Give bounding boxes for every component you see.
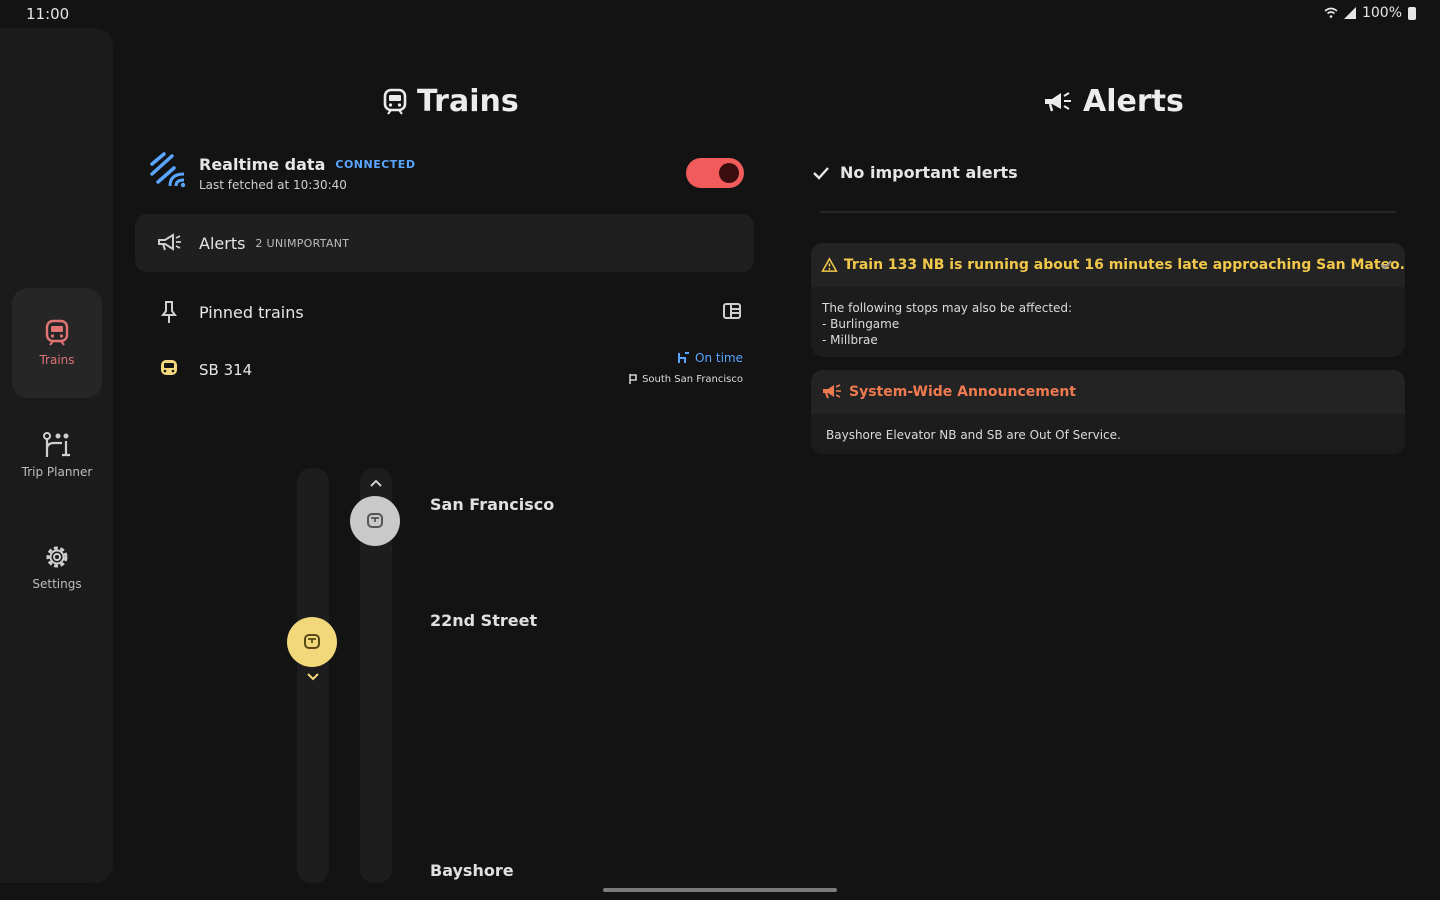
rail-label-settings: Settings xyxy=(32,577,82,591)
alerts-summary: No important alerts xyxy=(812,163,1018,182)
station-bayshore[interactable]: Bayshore xyxy=(430,861,514,880)
megaphone-icon xyxy=(1045,91,1071,111)
realtime-header: Realtime data CONNECTED xyxy=(199,155,415,174)
alert-card-title: System-Wide Announcement xyxy=(849,384,1076,400)
alert-card-announcement[interactable]: System-Wide Announcement Bayshore Elevat… xyxy=(811,370,1405,454)
last-fetched-text: Last fetched at 10:30:40 xyxy=(199,178,347,192)
route-icon xyxy=(43,432,70,457)
warning-icon xyxy=(821,257,838,272)
realtime-label: Realtime data xyxy=(199,155,326,174)
status-time: 11:00 xyxy=(26,5,70,23)
status-icon xyxy=(678,352,690,363)
station-san-francisco[interactable]: San Francisco xyxy=(430,495,554,514)
train-icon xyxy=(383,88,407,115)
battery-icon xyxy=(1408,6,1416,20)
flag-icon xyxy=(629,374,637,384)
alert-card-delay[interactable]: Train 133 NB is running about 16 minutes… xyxy=(811,243,1405,357)
gear-icon xyxy=(46,546,68,568)
trains-title: Trains xyxy=(383,84,519,119)
wifi-icon xyxy=(1324,7,1338,18)
alert-card-header: System-Wide Announcement xyxy=(811,370,1405,414)
edit-pins-icon[interactable] xyxy=(722,302,742,320)
train-icon xyxy=(161,360,177,375)
status-icons: 100% xyxy=(1324,5,1416,21)
train-icon xyxy=(45,319,69,346)
rail-item-trains[interactable]: Trains xyxy=(12,288,102,398)
chevron-down-icon[interactable] xyxy=(305,672,321,682)
realtime-signal-icon xyxy=(150,152,186,188)
check-icon xyxy=(813,166,829,180)
signal-icon xyxy=(1343,7,1356,19)
alerts-row-label: Alerts xyxy=(199,233,246,253)
alerts-title: Alerts xyxy=(1043,84,1184,119)
alerts-row[interactable]: Alerts 2 UNIMPORTANT xyxy=(135,214,754,272)
realtime-status-badge: CONNECTED xyxy=(335,158,416,171)
train-marker-yellow[interactable] xyxy=(287,617,337,667)
affected-stop: - Burlingame xyxy=(822,317,900,331)
toggle-knob xyxy=(719,163,739,183)
realtime-toggle[interactable] xyxy=(686,158,744,188)
train-status: On time xyxy=(677,351,743,365)
pinned-trains-label: Pinned trains xyxy=(199,303,304,322)
train-icon xyxy=(304,634,320,649)
pin-icon xyxy=(161,301,177,323)
alerts-summary-text: No important alerts xyxy=(840,163,1018,182)
alert-card-title: Train 133 NB is running about 16 minutes… xyxy=(843,257,1405,273)
chevron-up-icon[interactable] xyxy=(368,478,384,488)
home-indicator[interactable] xyxy=(603,888,837,892)
alert-card-body: The following stops may also be affected… xyxy=(822,300,1072,348)
train-status-text: On time xyxy=(695,351,743,365)
divider xyxy=(820,211,1396,213)
check-icon[interactable] xyxy=(1379,259,1393,270)
train-icon xyxy=(367,513,383,528)
rail-label-trip-planner: Trip Planner xyxy=(21,465,93,479)
station-22nd-street[interactable]: 22nd Street xyxy=(430,611,537,630)
alerts-count-badge: 2 UNIMPORTANT xyxy=(255,236,350,250)
navigation-rail: Trains Trip Planner Settings xyxy=(0,28,113,883)
next-stop: South San Francisco xyxy=(628,373,743,385)
train-marker-gray[interactable] xyxy=(350,496,400,546)
megaphone-icon xyxy=(823,384,841,399)
next-stop-text: South San Francisco xyxy=(642,373,743,385)
trains-title-text: Trains xyxy=(417,84,519,119)
affected-stop: - Millbrae xyxy=(822,333,878,347)
alert-card-body: Bayshore Elevator NB and SB are Out Of S… xyxy=(826,428,1121,442)
battery-percent: 100% xyxy=(1361,5,1402,21)
rail-item-settings[interactable]: Settings xyxy=(12,512,102,622)
rail-label-trains: Trains xyxy=(39,353,75,367)
alerts-title-text: Alerts xyxy=(1083,84,1184,119)
megaphone-icon xyxy=(158,233,181,251)
rail-item-trip-planner[interactable]: Trip Planner xyxy=(12,400,102,510)
alert-card-header: Train 133 NB is running about 16 minutes… xyxy=(811,243,1405,287)
pinned-train-name: SB 314 xyxy=(199,361,253,379)
alert-body-intro: The following stops may also be affected… xyxy=(822,301,1073,315)
